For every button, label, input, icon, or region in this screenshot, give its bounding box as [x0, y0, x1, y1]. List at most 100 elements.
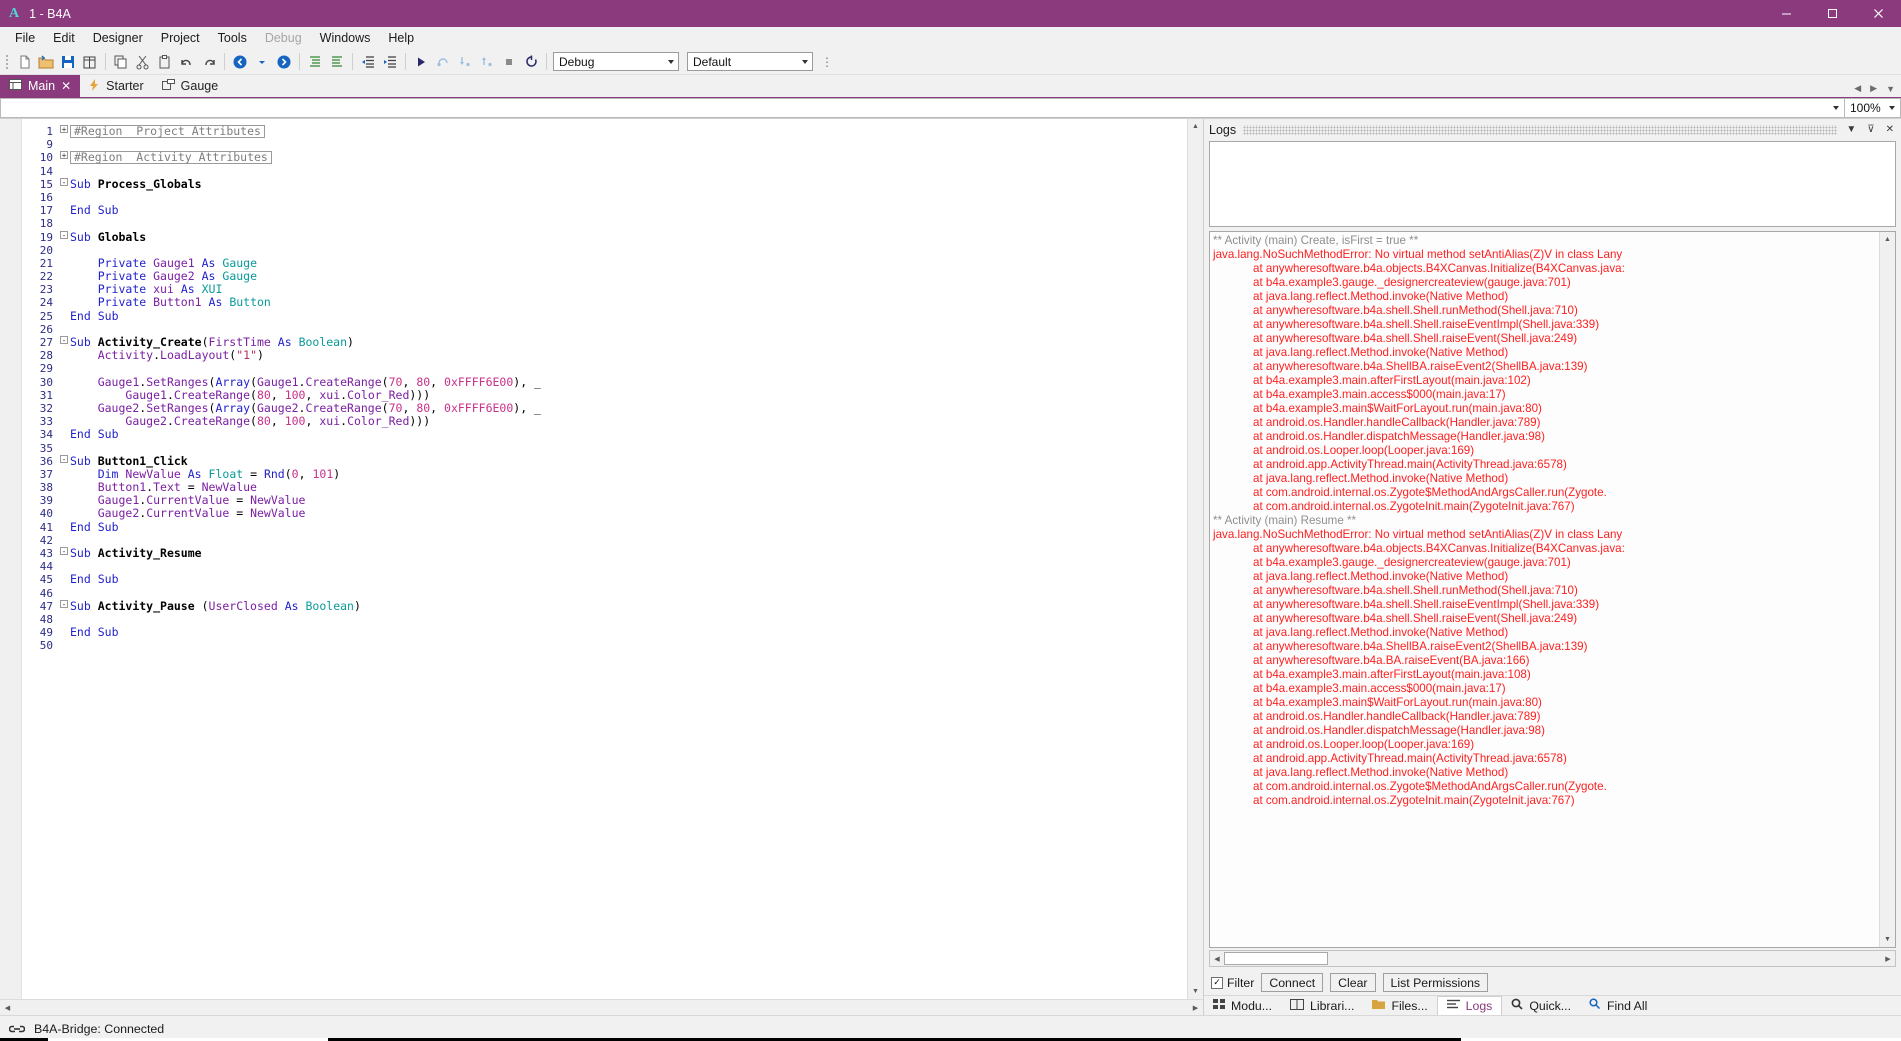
dock-tab-files[interactable]: Files...	[1363, 996, 1436, 1015]
code-line[interactable]: 34 End Sub	[22, 428, 1203, 442]
code-line[interactable]: 20	[22, 244, 1203, 257]
dock-tab-find-all[interactable]: Find All	[1580, 996, 1656, 1015]
editor-horizontal-scrollbar[interactable]: ◀ ▶	[0, 999, 1203, 1015]
redo-icon[interactable]	[198, 51, 220, 73]
member-selector[interactable]	[0, 98, 1844, 118]
outdent-icon[interactable]	[357, 51, 379, 73]
uncomment-icon[interactable]	[326, 51, 348, 73]
code-line[interactable]: 1 + #Region Project Attributes	[22, 125, 1203, 138]
code-line[interactable]: 28 Activity.LoadLayout("1")	[22, 348, 1203, 362]
fold-toggle-icon[interactable]: -	[58, 547, 70, 556]
collapse-panel-icon[interactable]: ▼	[1844, 124, 1858, 135]
log-horizontal-scrollbar[interactable]: ◀ ▶	[1209, 950, 1896, 967]
run-icon[interactable]	[410, 51, 432, 73]
close-panel-icon[interactable]: ✕	[1884, 124, 1896, 135]
connect-button[interactable]: Connect	[1261, 973, 1324, 992]
log-scroll-up-arrow[interactable]: ▲	[1880, 232, 1895, 247]
code-line[interactable]: 25 End Sub	[22, 309, 1203, 323]
code-line[interactable]: 45 End Sub	[22, 573, 1203, 587]
fold-toggle-icon[interactable]: +	[58, 125, 70, 134]
log-output[interactable]: ** Activity (main) Create, isFirst = tru…	[1209, 231, 1896, 948]
menu-project[interactable]: Project	[152, 29, 209, 47]
code-line[interactable]: 48	[22, 613, 1203, 626]
navigate-forward-icon[interactable]	[273, 51, 295, 73]
dock-tab-quick-search[interactable]: Quick...	[1502, 996, 1580, 1015]
fold-toggle-icon[interactable]: -	[58, 599, 70, 608]
code-line[interactable]: 10 + #Region Activity Attributes	[22, 151, 1203, 165]
tab-starter[interactable]: Starter	[80, 75, 153, 97]
log-scroll-down-arrow[interactable]: ▼	[1880, 932, 1895, 947]
scroll-down-arrow[interactable]: ▼	[1188, 984, 1203, 999]
log-filter-textbox[interactable]	[1209, 141, 1896, 227]
tab-gauge[interactable]: Gauge	[153, 75, 228, 97]
code-line[interactable]: 49 End Sub	[22, 626, 1203, 640]
open-folder-icon[interactable]	[35, 51, 57, 73]
cut-icon[interactable]	[132, 51, 154, 73]
menu-help[interactable]: Help	[379, 29, 423, 47]
dock-tab-logs[interactable]: Logs	[1436, 996, 1503, 1015]
log-scroll-right-arrow[interactable]: ▶	[1881, 955, 1895, 963]
zoom-select[interactable]: 100%	[1844, 98, 1901, 118]
build-mode-select[interactable]: Debug	[553, 52, 679, 71]
code-editor[interactable]: 1 + #Region Project Attributes 9 10 + #Region…	[0, 119, 1203, 999]
dock-tab-libraries[interactable]: Librari...	[1281, 996, 1363, 1015]
fold-toggle-icon[interactable]: -	[58, 454, 70, 463]
new-file-icon[interactable]	[13, 51, 35, 73]
tab-main[interactable]: Main ✕	[0, 75, 81, 97]
navigate-dropdown-icon[interactable]	[251, 51, 273, 73]
paste-icon[interactable]	[154, 51, 176, 73]
close-icon[interactable]: ✕	[61, 79, 71, 93]
toolbar-overflow-button[interactable]: ⋮	[821, 55, 834, 69]
indent-icon[interactable]	[379, 51, 401, 73]
code-line[interactable]: 33 Gauge2.CreateRange(80, 100, xui.Color…	[22, 414, 1203, 428]
step-over-icon[interactable]	[432, 51, 454, 73]
code-scroll-region[interactable]: 1 + #Region Project Attributes 9 10 + #Region…	[22, 119, 1203, 999]
save-all-icon[interactable]	[79, 51, 101, 73]
fold-toggle-icon[interactable]: -	[58, 177, 70, 186]
log-hscroll-thumb[interactable]	[1224, 952, 1328, 965]
code-line[interactable]: 19- Sub Globals	[22, 230, 1203, 244]
code-line[interactable]: 35	[22, 442, 1203, 455]
stop-icon[interactable]	[498, 51, 520, 73]
next-tab-arrow[interactable]: ▶	[1870, 83, 1877, 94]
comment-icon[interactable]	[304, 51, 326, 73]
navigate-back-icon[interactable]	[229, 51, 251, 73]
code-line[interactable]: 43- Sub Activity_Resume	[22, 546, 1203, 560]
code-line[interactable]: 17 End Sub	[22, 204, 1203, 218]
code-line[interactable]: 47- Sub Activity_Pause (UserClosed As Boo…	[22, 599, 1203, 613]
close-button[interactable]	[1855, 0, 1901, 27]
scroll-up-arrow[interactable]: ▲	[1188, 119, 1203, 134]
breakpoint-gutter[interactable]	[0, 119, 22, 999]
fold-toggle-icon[interactable]: +	[58, 151, 70, 160]
maximize-button[interactable]	[1809, 0, 1855, 27]
menu-file[interactable]: File	[6, 29, 44, 47]
fold-toggle-icon[interactable]: -	[58, 230, 70, 239]
code-line[interactable]: 40 Gauge2.CurrentValue = NewValue	[22, 507, 1203, 521]
log-scroll-left-arrow[interactable]: ◀	[1210, 955, 1224, 963]
filter-checkbox[interactable]: ✓ Filter	[1211, 976, 1254, 990]
scroll-left-arrow[interactable]: ◀	[0, 1004, 15, 1012]
code-line[interactable]: 41 End Sub	[22, 520, 1203, 534]
log-vertical-scrollbar[interactable]: ▲ ▼	[1879, 232, 1895, 947]
menu-edit[interactable]: Edit	[44, 29, 84, 47]
panel-drag-handle[interactable]	[1243, 124, 1838, 135]
menu-windows[interactable]: Windows	[311, 29, 380, 47]
fold-toggle-icon[interactable]: -	[58, 336, 70, 345]
code-line[interactable]: 18	[22, 217, 1203, 230]
restart-icon[interactable]	[520, 51, 542, 73]
scroll-right-arrow[interactable]: ▶	[1188, 1004, 1203, 1012]
menu-designer[interactable]: Designer	[84, 29, 152, 47]
prev-tab-arrow[interactable]: ◀	[1854, 83, 1861, 94]
code-line[interactable]: 16	[22, 191, 1203, 204]
list-permissions-button[interactable]: List Permissions	[1382, 973, 1489, 992]
menu-tools[interactable]: Tools	[209, 29, 256, 47]
code-line[interactable]: 44	[22, 560, 1203, 573]
step-out-icon[interactable]	[476, 51, 498, 73]
clear-button[interactable]: Clear	[1330, 973, 1376, 992]
copy-icon[interactable]	[110, 51, 132, 73]
code-lines[interactable]: 1 + #Region Project Attributes 9 10 + #Region…	[22, 119, 1203, 653]
dock-tab-modules[interactable]: Modu...	[1204, 996, 1281, 1015]
toolbar-grip[interactable]	[4, 53, 10, 71]
save-icon[interactable]	[57, 51, 79, 73]
code-line[interactable]: 24 Private Button1 As Button	[22, 296, 1203, 310]
